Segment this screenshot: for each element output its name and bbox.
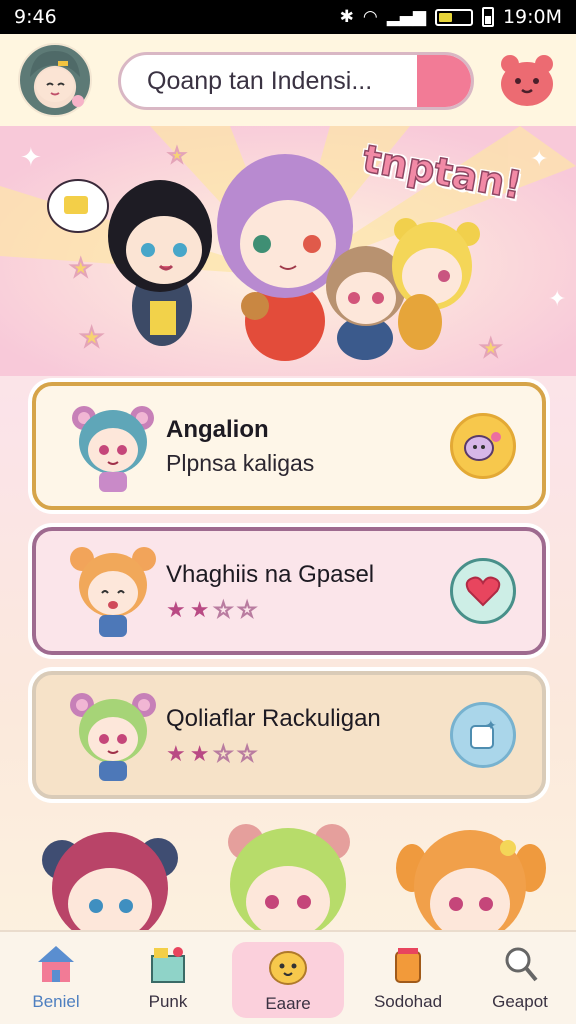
card-text: Vhaghiis na Gpasel ★ ★ ☆ ☆ — [160, 561, 450, 621]
battery-icon — [434, 8, 473, 26]
wifi-icon: ◠ — [362, 7, 378, 27]
nav-label: Geapot — [492, 992, 548, 1011]
star-filled-icon: ★ — [189, 597, 210, 622]
card-text: Qoliaflar Rackuligan ★ ★ ☆ ☆ — [160, 705, 450, 765]
svg-text:★: ★ — [168, 145, 186, 167]
star-empty-icon: ☆ — [213, 597, 234, 622]
status-time-left: 9:46 — [14, 6, 57, 28]
hero-banner: ✦ ✦ ✦ ✦ ★ ★ ★ ★ — [0, 126, 576, 376]
character-card[interactable]: Angalion Plpnsa kaligas — [32, 382, 546, 510]
character-avatar — [66, 541, 160, 641]
status-icons: ✱ ◠ ▂▄▆ 19:0M — [340, 6, 562, 28]
svg-text:✦: ✦ — [20, 142, 42, 172]
card-title: Qoliaflar Rackuligan — [166, 705, 381, 732]
nav-label: Beniel — [32, 992, 80, 1011]
magnifier-icon — [505, 947, 538, 982]
character-card[interactable]: Vhaghiis na Gpasel ★ ★ ☆ ☆ — [32, 527, 546, 655]
card-subtitle: Plpnsa kaligas — [166, 449, 315, 476]
header: Qoanp tan Indensi... — [0, 34, 576, 126]
sparkle-card-icon[interactable]: ✦ — [450, 702, 516, 768]
nav-item-punk[interactable]: Punk — [112, 932, 224, 1024]
profile-avatar[interactable] — [18, 43, 92, 117]
star-filled-icon: ★ — [166, 597, 186, 622]
nav-item-geapot[interactable]: Geapot — [464, 932, 576, 1024]
svg-text:★: ★ — [480, 335, 502, 362]
nav-item-beniel[interactable]: Beniel — [0, 932, 112, 1024]
card-title: Vhaghiis na Gpasel — [166, 561, 375, 588]
search-bar[interactable]: Qoanp tan Indensi... — [118, 52, 474, 110]
battery-small-icon — [481, 7, 494, 27]
card-text: Angalion Plpnsa kaligas — [160, 416, 450, 477]
nav-item-sodohad[interactable]: Sodohad — [352, 932, 464, 1024]
bottom-navigation: Beniel Punk Eaare Sodohad Geapot — [0, 930, 576, 1024]
search-button[interactable] — [417, 55, 471, 107]
nav-label: Punk — [148, 992, 188, 1011]
status-bar: 9:46 ✱ ◠ ▂▄▆ 19:0M — [0, 0, 576, 34]
chick-icon — [269, 951, 307, 985]
star-empty-icon: ☆ — [236, 741, 257, 766]
chat-sticker-icon[interactable] — [450, 413, 516, 479]
nav-label: Eaare — [265, 994, 311, 1013]
svg-text:✦: ✦ — [530, 146, 548, 171]
svg-text:✦: ✦ — [485, 718, 497, 733]
search-input[interactable]: Qoanp tan Indensi... — [121, 67, 417, 96]
bottom-characters-illustration — [42, 824, 546, 930]
house-icon — [38, 946, 74, 982]
svg-text:✦: ✦ — [548, 286, 566, 311]
bottom-characters-strip — [0, 818, 576, 930]
heart-icon[interactable] — [450, 558, 516, 624]
gift-box-icon — [151, 947, 185, 983]
jar-icon — [395, 948, 421, 983]
star-empty-icon: ☆ — [236, 597, 257, 622]
bear-face-icon[interactable] — [498, 52, 556, 108]
star-empty-icon: ☆ — [213, 741, 234, 766]
character-avatar — [66, 685, 160, 785]
star-filled-icon: ★ — [189, 741, 210, 766]
svg-text:★: ★ — [70, 255, 92, 282]
bluetooth-icon: ✱ — [339, 7, 354, 27]
character-avatar — [66, 396, 160, 496]
nav-label: Sodohad — [373, 992, 443, 1011]
character-card[interactable]: Qoliaflar Rackuligan ★ ★ ☆ ☆ ✦ — [32, 671, 546, 799]
status-time-right: 19:0M — [502, 6, 562, 28]
star-filled-icon: ★ — [166, 741, 186, 766]
rating-stars: ★ ★ ☆ ☆ — [166, 597, 450, 622]
rating-stars: ★ ★ ☆ ☆ — [166, 741, 450, 766]
svg-text:★: ★ — [80, 322, 103, 352]
nav-item-eaare[interactable]: Eaare — [232, 942, 344, 1018]
signal-icon: ▂▄▆ — [386, 7, 426, 27]
card-title: Angalion — [166, 415, 269, 443]
